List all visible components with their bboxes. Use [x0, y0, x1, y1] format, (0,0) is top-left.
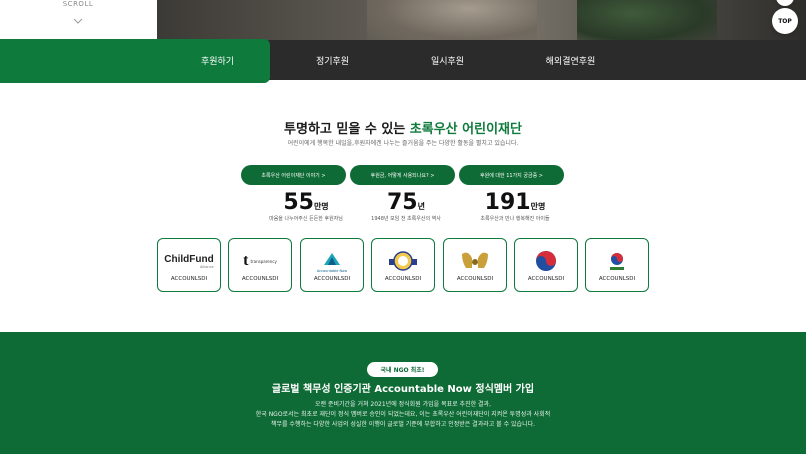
hero-photo [157, 0, 806, 44]
accountable-now-icon [323, 252, 340, 265]
stat-desc: 초록우산과 만나 행복해진 아이들 [480, 216, 550, 222]
stat-number: 191 [484, 190, 531, 215]
usage-link-button[interactable]: 후원금, 어떻게 사용되나요? > [350, 165, 455, 185]
cert-card-accountable-now[interactable]: Accountable Now ACCOUNLSDI [300, 238, 364, 292]
stat-unit: 만명 [313, 202, 329, 211]
card-caption: ACCOUNLSDI [598, 276, 636, 282]
stat-number: 75 [387, 190, 418, 215]
stat-history: 75년 1948년 모임 천 초록우산의 역사 [346, 190, 466, 222]
emblem-badge-icon [372, 247, 434, 275]
stat-number: 55 [283, 190, 314, 215]
card-caption: ACCOUNLSDI [170, 276, 208, 282]
taegeuk-emblem-icon [515, 247, 577, 275]
page-subtitle: 어린이에게 행복한 내일을,후원자에겐 나누는 즐거움을 주는 다양한 활동을 … [287, 140, 519, 147]
phoenix-emblem-icon [444, 247, 506, 275]
section-title: 글로벌 책무성 인증기관 Accountable Now 정식멤버 가입 [271, 384, 535, 395]
cert-card-transparency[interactable]: t transparency ACCOUNLSDI [228, 238, 292, 292]
title-accent: 초록우산 어린이재단 [409, 122, 522, 137]
hero-photo-figure [367, 0, 537, 44]
ngo-first-badge: 국내 NGO 최초! [367, 362, 438, 377]
card-caption: ACCOUNLSDI [527, 276, 565, 282]
scroll-label: SCROLL [62, 0, 94, 8]
cert-card-government[interactable]: ACCOUNLSDI [585, 238, 649, 292]
cert-card-childfund[interactable]: ChildFund Alliance ACCOUNLSDI [157, 238, 221, 292]
hero-section: SCROLL [0, 0, 806, 44]
card-caption: ACCOUNLSDI [241, 276, 279, 282]
tab-overseas-sponsorship[interactable]: 해외결연후원 [518, 40, 623, 80]
card-caption: ACCOUNLSDI [456, 276, 494, 282]
chevron-down-icon[interactable] [73, 16, 83, 26]
stat-desc: 1948년 모임 천 초록우산의 역사 [371, 216, 441, 222]
government-seal-icon [586, 247, 648, 275]
childfund-logo: ChildFund Alliance [164, 253, 214, 269]
body-line: 한국 NGO로서는 최초로 재단이 정식 멤버로 승인이 되었는데요, 이는 초… [255, 411, 551, 418]
accountable-now-logo: Accountable Now [301, 247, 363, 275]
stat-children: 191만명 초록우산과 만나 행복해진 아이들 [455, 190, 575, 222]
section-body: 오랜 준비기간을 거쳐 2021년에 정식회원 가입을 목표로 추진한 결과, … [0, 400, 806, 430]
tab-one-time-donation[interactable]: 일시후원 [395, 40, 500, 80]
cert-card-phoenix[interactable]: ACCOUNLSDI [443, 238, 507, 292]
cert-card-badge[interactable]: ACCOUNLSDI [371, 238, 435, 292]
story-link-button[interactable]: 초록우산 어린이재단 이야기 > [241, 165, 346, 185]
faq-link-button[interactable]: 후원에 대한 11가지 궁금증 > [459, 165, 564, 185]
page-title: 투명하고 믿을 수 있는 초록우산 어린이재단 [0, 118, 806, 137]
body-line: 오랜 준비기간을 거쳐 2021년에 정식회원 가입을 목표로 추진한 결과, [315, 401, 491, 408]
title-prefix: 투명하고 믿을 수 있는 [284, 122, 406, 137]
hero-photo-figure [577, 0, 717, 44]
stat-unit: 년 [417, 202, 425, 211]
tab-donate[interactable]: 후원하기 [165, 40, 270, 80]
transparency-logo: t transparency [243, 252, 277, 269]
card-caption: ACCOUNLSDI [313, 276, 351, 282]
stat-unit: 만명 [530, 202, 546, 211]
body-line: 책무를 수행하는 다양한 사업의 성실한 이행이 글로벌 기준에 부합하고 인정… [270, 421, 536, 428]
cert-card-taegeuk[interactable]: ACCOUNLSDI [514, 238, 578, 292]
top-button[interactable]: TOP [772, 8, 798, 34]
tab-regular-donation[interactable]: 정기후원 [280, 40, 385, 80]
card-caption: ACCOUNLSDI [384, 276, 422, 282]
